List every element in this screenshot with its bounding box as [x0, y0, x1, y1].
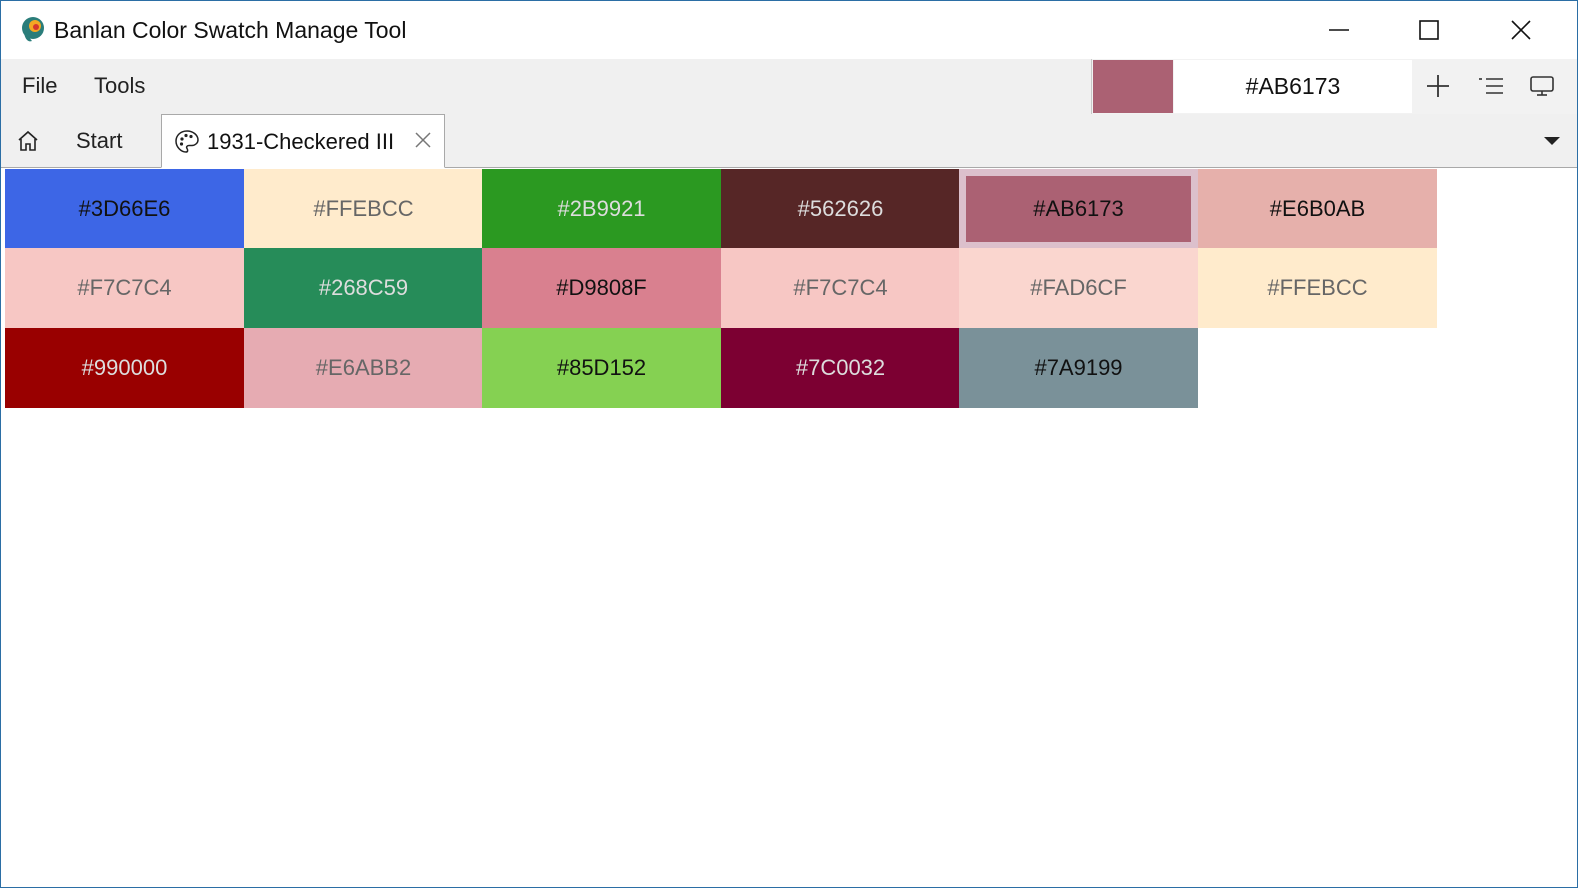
color-swatch[interactable]: #268C59	[244, 248, 483, 328]
menu-bar: File Tools	[1, 59, 1577, 115]
tab-start[interactable]: Start	[1, 114, 161, 167]
palette-icon	[175, 130, 199, 153]
swatch-hex-label: #E6B0AB	[1269, 196, 1366, 221]
minimize-icon	[1329, 29, 1349, 31]
swatch-hex-label: #85D152	[556, 355, 647, 380]
tab-strip: Start 1931-Checkered III	[1, 114, 1577, 168]
minimize-button[interactable]	[1294, 1, 1384, 59]
title-bar[interactable]: Banlan Color Swatch Manage Tool	[1, 1, 1577, 59]
swatch-hex-label: #562626	[797, 196, 884, 221]
tab-start-label: Start	[76, 128, 123, 153]
color-swatch[interactable]: #7C0032	[721, 328, 960, 408]
color-swatch[interactable]: #562626	[721, 169, 960, 249]
app-window: Banlan Color Swatch Manage Tool File Too…	[0, 0, 1578, 888]
color-swatch[interactable]: #FAD6CF	[959, 248, 1198, 328]
color-swatch[interactable]: #D9808F	[482, 248, 721, 328]
color-swatch[interactable]: #FFEBCC	[1198, 248, 1437, 328]
swatch-hex-label: #7C0032	[795, 355, 886, 380]
swatch-hex-label: #FAD6CF	[1030, 275, 1127, 300]
color-swatch[interactable]: #3D66E6	[5, 169, 244, 249]
add-swatch-button[interactable]	[1420, 68, 1456, 104]
color-swatch[interactable]: #F7C7C4	[721, 248, 960, 328]
color-swatch[interactable]: #F7C7C4	[5, 248, 244, 328]
tab-1931-checkered-iii[interactable]: 1931-Checkered III	[161, 114, 445, 168]
maximize-button[interactable]	[1384, 1, 1474, 59]
display-button[interactable]	[1524, 68, 1560, 104]
swatch-hex-label: #FFEBCC	[1267, 275, 1368, 300]
color-swatch[interactable]: #85D152	[482, 328, 721, 408]
current-color-preview[interactable]	[1093, 60, 1173, 113]
swatch-hex-label: #990000	[81, 355, 168, 380]
home-icon	[18, 130, 38, 151]
display-icon	[1530, 76, 1554, 96]
swatch-hex-label: #3D66E6	[78, 196, 171, 221]
color-swatch[interactable]: #AB6173	[959, 169, 1198, 249]
add-icon	[1427, 75, 1449, 97]
swatch-hex-label: #AB6173	[1033, 196, 1124, 221]
color-swatch[interactable]: #E6ABB2	[244, 328, 483, 408]
swatch-hex-label: #268C59	[318, 275, 409, 300]
swatch-hex-label: #F7C7C4	[793, 275, 888, 300]
color-swatch[interactable]: #7A9199	[959, 328, 1198, 408]
tab-active-label: 1931-Checkered III	[207, 129, 395, 154]
chevron-down-icon	[1544, 137, 1560, 145]
list-view-icon	[1479, 78, 1503, 94]
swatch-hex-label: #2B9921	[557, 196, 646, 221]
color-entry-panel	[1091, 59, 1577, 115]
close-tab-icon[interactable]	[414, 131, 432, 149]
close-icon	[1511, 20, 1531, 40]
menu-file[interactable]: File	[22, 71, 57, 101]
color-swatch[interactable]: #990000	[5, 328, 244, 408]
color-swatch[interactable]: #FFEBCC	[244, 169, 483, 249]
maximize-icon	[1419, 20, 1439, 40]
swatch-hex-label: #E6ABB2	[315, 355, 412, 380]
banlan-logo-icon	[18, 15, 48, 45]
swatch-hex-label: #D9808F	[556, 275, 647, 300]
window-title: Banlan Color Swatch Manage Tool	[54, 17, 407, 43]
swatch-hex-label: #F7C7C4	[77, 275, 172, 300]
list-view-button[interactable]	[1473, 68, 1509, 104]
color-swatch[interactable]: #E6B0AB	[1198, 169, 1437, 249]
menu-tools[interactable]: Tools	[94, 71, 145, 101]
tab-list-dropdown[interactable]	[1539, 128, 1565, 154]
swatch-hex-label: #FFEBCC	[313, 196, 414, 221]
swatch-hex-label: #7A9199	[1034, 355, 1123, 380]
hex-color-input[interactable]	[1174, 60, 1412, 113]
color-swatch[interactable]: #2B9921	[482, 169, 721, 249]
close-button[interactable]	[1476, 1, 1566, 59]
